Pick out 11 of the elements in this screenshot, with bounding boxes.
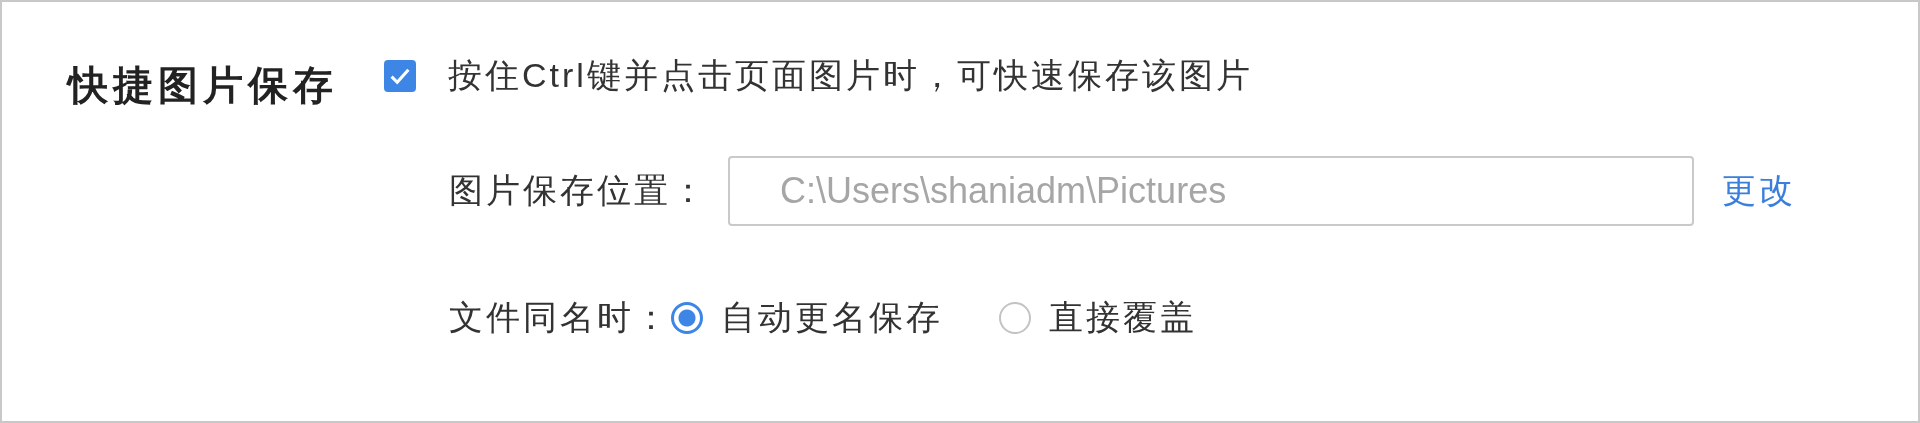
- section-title: 快捷图片保存: [68, 62, 339, 108]
- path-field[interactable]: C:\Users\shaniadm\Pictures: [728, 156, 1694, 226]
- radio-label: 直接覆盖: [1049, 297, 1197, 338]
- option-label: 文件同名时：: [449, 297, 671, 338]
- field-label: 图片保存位置：: [449, 170, 708, 211]
- checkbox-label: 按住Ctrl键并点击页面图片时，可快速保存该图片: [448, 55, 1253, 96]
- radio-button[interactable]: [671, 302, 703, 334]
- checkbox[interactable]: [384, 60, 416, 92]
- radio-button[interactable]: [999, 302, 1031, 334]
- radio-label: 自动更名保存: [721, 297, 943, 338]
- change-link[interactable]: 更改: [1722, 168, 1796, 214]
